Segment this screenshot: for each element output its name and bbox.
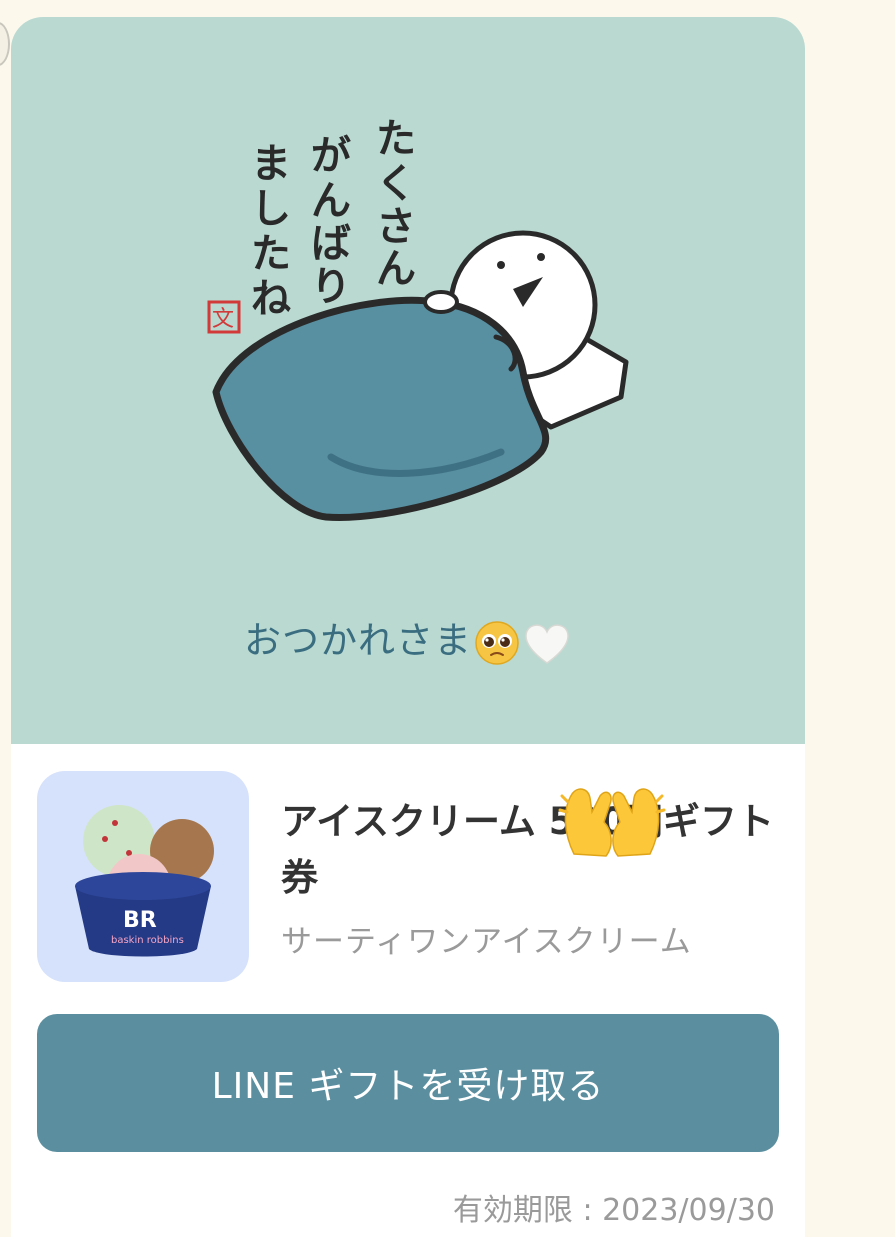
svg-text:ま: ま: [251, 141, 291, 187]
receive-gift-button[interactable]: LINE ギフトを受け取る: [37, 1014, 779, 1152]
svg-text:ね: ね: [251, 276, 291, 322]
svg-text:baskin robbins: baskin robbins: [111, 935, 184, 946]
ice-cream-cup-icon: BR baskin robbins: [75, 805, 214, 957]
svg-text:BR: BR: [123, 908, 157, 933]
sticker-icon: た く さ ん が ん ば り ま し た ね 文: [207, 116, 629, 521]
svg-text:く: く: [376, 161, 416, 207]
svg-text:さ: さ: [376, 204, 416, 250]
white-heart-icon: [525, 623, 569, 664]
gift-product[interactable]: BR baskin robbins アイスクリーム 500円ギフト券 サーティワ…: [11, 744, 805, 1014]
product-thumbnail: BR baskin robbins: [37, 771, 249, 982]
svg-text:ん: ん: [311, 178, 351, 224]
svg-text:り: り: [311, 264, 351, 310]
expiry-date: 有効期限 : 2023/09/30: [452, 1193, 775, 1228]
raising-hands-icon: [558, 788, 666, 857]
expiry-row: 有効期限 : 2023/09/30: [11, 1182, 805, 1237]
svg-text:し: し: [251, 186, 291, 232]
svg-text:ば: ば: [311, 221, 351, 267]
svg-text:ん: ん: [376, 246, 416, 292]
edge-avatar: [0, 22, 10, 66]
svg-text:文: 文: [212, 307, 234, 332]
greeting-message: おつかれさま: [11, 617, 805, 666]
gift-card: た く さ ん が ん ば り ま し た ね 文 おつかれさま BR bask…: [11, 17, 805, 1237]
greeting-text: おつかれさま: [244, 619, 472, 662]
pleading-face-icon: [475, 620, 519, 665]
product-name: アイスクリーム 500円ギフト券: [281, 800, 775, 899]
svg-text:た: た: [376, 116, 416, 162]
svg-text:が: が: [311, 133, 351, 179]
svg-text:た: た: [251, 231, 291, 277]
brand-name: サーティワンアイスクリーム: [281, 924, 692, 960]
sticker-area: た く さ ん が ん ば り ま し た ね 文 おつかれさま: [11, 17, 805, 744]
